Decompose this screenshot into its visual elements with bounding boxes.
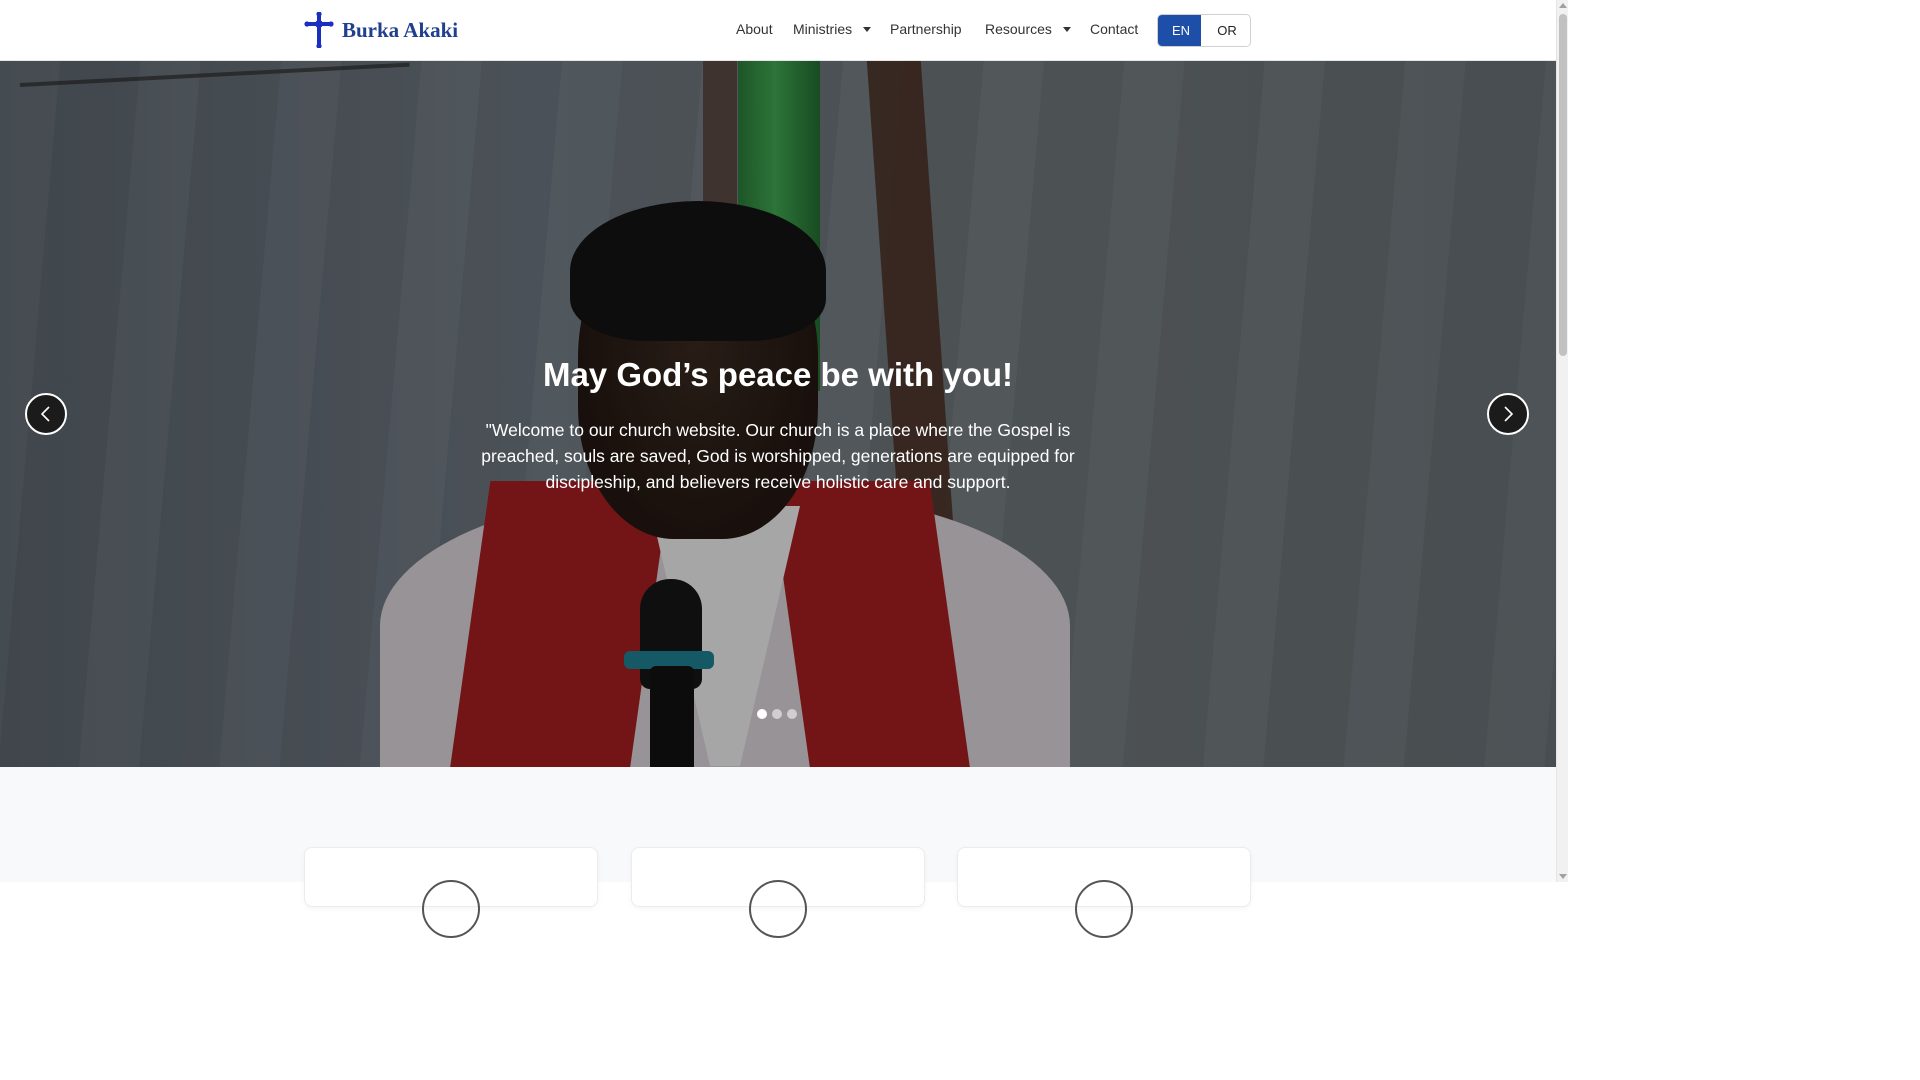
nav-ministries-label: Ministries (793, 21, 853, 37)
language-or-button[interactable]: OR (1201, 15, 1250, 46)
feature-card (631, 847, 925, 938)
carousel-next-button[interactable] (1487, 393, 1529, 435)
cross-icon (304, 12, 334, 48)
feature-card (957, 847, 1251, 938)
language-en-button[interactable]: EN (1158, 15, 1202, 46)
nav-resources[interactable]: Resources (985, 21, 1071, 37)
carousel-indicator-3[interactable] (787, 709, 797, 719)
brand-name: Burka Akaki (342, 17, 459, 42)
carousel-indicators (757, 709, 802, 719)
scroll-thumb[interactable] (1559, 14, 1567, 356)
scroll-down-arrow[interactable] (1559, 874, 1567, 879)
brand-link[interactable]: Burka Akaki (304, 11, 458, 49)
language-switcher: EN OR (1157, 14, 1251, 47)
nav-about[interactable]: About (736, 21, 773, 37)
page-scrollbar[interactable] (1556, 0, 1568, 882)
hero-carousel: May God’s peace be with you! "Welcome to… (0, 61, 1556, 767)
nav-resources-label: Resources (985, 21, 1052, 37)
hero-overlay (0, 61, 1556, 767)
card-icon (1075, 880, 1133, 938)
language-or-label: OR (1217, 23, 1237, 38)
feature-cards-section (0, 767, 1556, 938)
top-navbar: Burka Akaki About Ministries Partnership… (0, 0, 1556, 61)
carousel-indicator-2[interactable] (772, 709, 782, 719)
card-icon (749, 880, 807, 938)
carousel-prev-button[interactable] (25, 393, 67, 435)
chevron-left-icon (40, 406, 50, 422)
chevron-right-icon (1504, 406, 1514, 422)
nav-contact[interactable]: Contact (1090, 21, 1138, 37)
chevron-down-icon (1062, 26, 1071, 32)
nav-about-label: About (736, 21, 773, 37)
chevron-down-icon (863, 26, 872, 32)
scroll-up-arrow[interactable] (1559, 3, 1567, 8)
card-icon (422, 880, 480, 938)
carousel-indicator-1[interactable] (757, 709, 767, 719)
nav-partnership[interactable]: Partnership (890, 21, 965, 37)
language-en-label: EN (1172, 23, 1191, 38)
nav-partnership-label: Partnership (890, 21, 962, 37)
feature-card (304, 847, 598, 938)
nav-contact-label: Contact (1090, 21, 1139, 37)
nav-ministries[interactable]: Ministries (793, 21, 872, 37)
hero-title: May God’s peace be with you! (542, 356, 1014, 393)
hero-text: "Welcome to our church website. Our chur… (481, 420, 1075, 492)
